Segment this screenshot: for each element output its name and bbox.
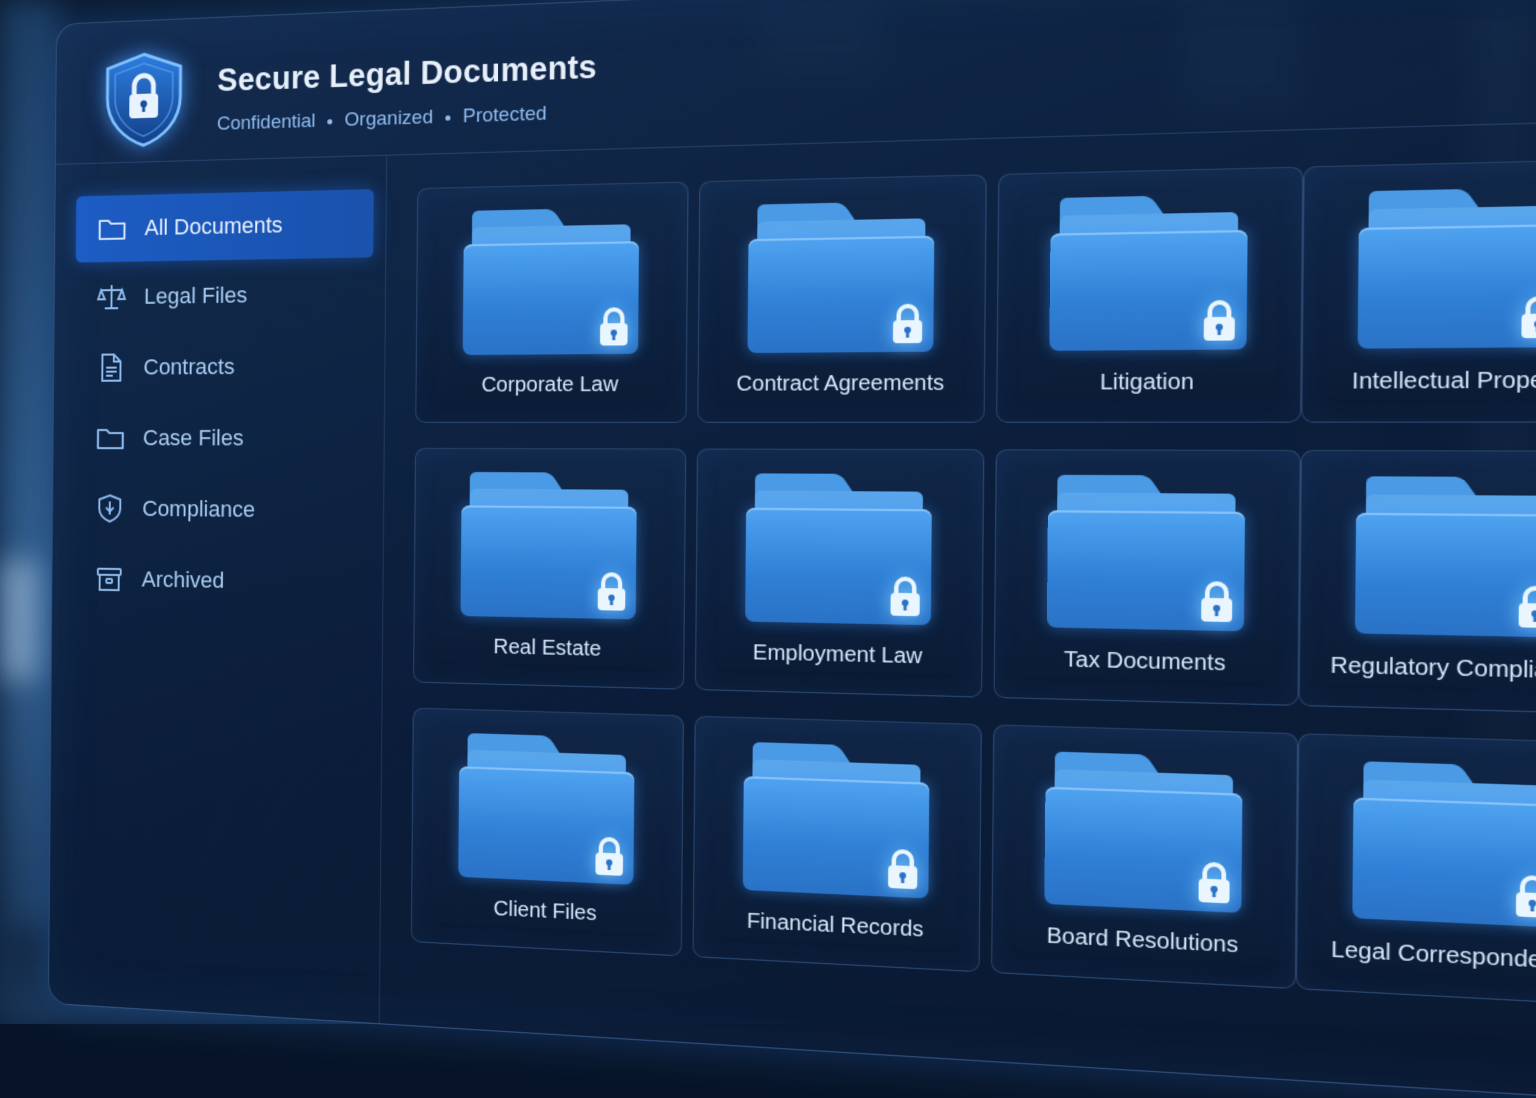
lock-icon	[593, 570, 629, 613]
separator-dot	[328, 119, 333, 124]
lock-icon	[591, 834, 627, 878]
archive-box-icon	[94, 563, 125, 596]
folder-icon	[1049, 194, 1248, 353]
lock-icon	[1194, 859, 1235, 906]
folder-icon	[1358, 187, 1536, 351]
folder-grid: Corporate Law Contract Agreements Litigati…	[410, 159, 1536, 1056]
folder-icon	[1355, 476, 1536, 640]
folder-label: Board Resolutions	[992, 921, 1295, 962]
lock-icon	[884, 846, 922, 891]
folder-tile[interactable]: Board Resolutions	[991, 724, 1298, 989]
folder-tile[interactable]: Corporate Law	[415, 181, 688, 422]
sidebar-item-all-documents[interactable]: All Documents	[76, 189, 374, 262]
folder-label: Tax Documents	[995, 646, 1298, 679]
folder-tile[interactable]: Contract Agreements	[697, 174, 987, 423]
document-manager-window: Secure Legal Documents Confidential Orga…	[48, 0, 1536, 1098]
folder-icon	[1044, 751, 1242, 915]
folder-tile[interactable]: Tax Documents	[994, 449, 1301, 706]
lock-icon	[1511, 872, 1536, 920]
separator-dot	[445, 115, 450, 120]
shield-lock-icon	[103, 50, 184, 150]
folder-tile[interactable]: Intellectual Property	[1301, 159, 1536, 423]
folder-icon	[458, 733, 634, 887]
folder-label: Corporate Law	[416, 373, 685, 398]
folder-icon	[460, 472, 636, 622]
folder-icon	[1352, 761, 1536, 930]
folder-tile[interactable]: Employment Law	[695, 449, 985, 698]
folder-tile[interactable]: Real Estate	[413, 448, 686, 690]
sidebar-item-archived[interactable]: Archived	[73, 545, 371, 617]
folder-label: Contract Agreements	[699, 371, 984, 397]
lock-icon	[886, 574, 924, 618]
sidebar-item-contracts[interactable]: Contracts	[75, 332, 373, 401]
folder-label: Real Estate	[414, 634, 683, 664]
sidebar-item-label: Archived	[142, 566, 225, 594]
folder-icon	[747, 201, 934, 355]
folder-label: Intellectual Property	[1303, 368, 1536, 396]
tagline: Confidential Organized Protected	[217, 103, 547, 136]
sidebar-item-compliance[interactable]: Compliance	[73, 475, 371, 545]
scales-icon	[96, 281, 127, 314]
folder-tile[interactable]: Regulatory Compliance	[1298, 450, 1536, 715]
tagline-organized: Organized	[345, 107, 434, 133]
folder-label: Regulatory Compliance	[1300, 653, 1536, 687]
lock-icon	[1516, 294, 1536, 341]
sidebar: All Documents Legal Files Contracts Case…	[49, 156, 387, 1024]
lock-icon	[1199, 298, 1240, 343]
sidebar-item-label: Legal Files	[144, 282, 247, 310]
lock-icon	[1196, 579, 1237, 625]
folder-tile[interactable]: Financial Records	[693, 716, 982, 973]
sidebar-item-label: Case Files	[143, 425, 244, 452]
page-title: Secure Legal Documents	[217, 48, 597, 99]
folder-label: Employment Law	[696, 640, 981, 671]
folder-icon	[743, 742, 930, 901]
folder-icon	[95, 422, 126, 454]
app-header: Secure Legal Documents Confidential Orga…	[56, 0, 1536, 165]
sidebar-item-label: Compliance	[142, 496, 255, 523]
folder-icon	[97, 212, 128, 245]
document-icon	[96, 351, 127, 383]
folder-tile[interactable]: Litigation	[996, 167, 1303, 423]
folder-tile[interactable]: Legal Correspondence	[1296, 733, 1536, 1006]
sidebar-item-label: Contracts	[143, 354, 234, 381]
folder-tile[interactable]: Client Files	[411, 707, 684, 956]
lock-icon	[596, 305, 632, 348]
folder-label: Litigation	[997, 369, 1300, 396]
tagline-protected: Protected	[463, 103, 547, 129]
shield-icon	[94, 492, 125, 524]
sidebar-item-legal-files[interactable]: Legal Files	[75, 259, 373, 330]
folder-label: Legal Correspondence	[1297, 936, 1536, 978]
tagline-confidential: Confidential	[217, 110, 316, 136]
folder-icon	[745, 473, 932, 627]
folder-label: Client Files	[412, 893, 681, 930]
lock-icon	[888, 301, 926, 345]
sidebar-item-case-files[interactable]: Case Files	[74, 404, 372, 472]
folder-label: Financial Records	[694, 907, 979, 946]
lock-icon	[1514, 583, 1536, 630]
folder-icon	[1047, 475, 1245, 634]
folder-icon	[463, 207, 640, 357]
sidebar-item-label: All Documents	[144, 212, 282, 241]
